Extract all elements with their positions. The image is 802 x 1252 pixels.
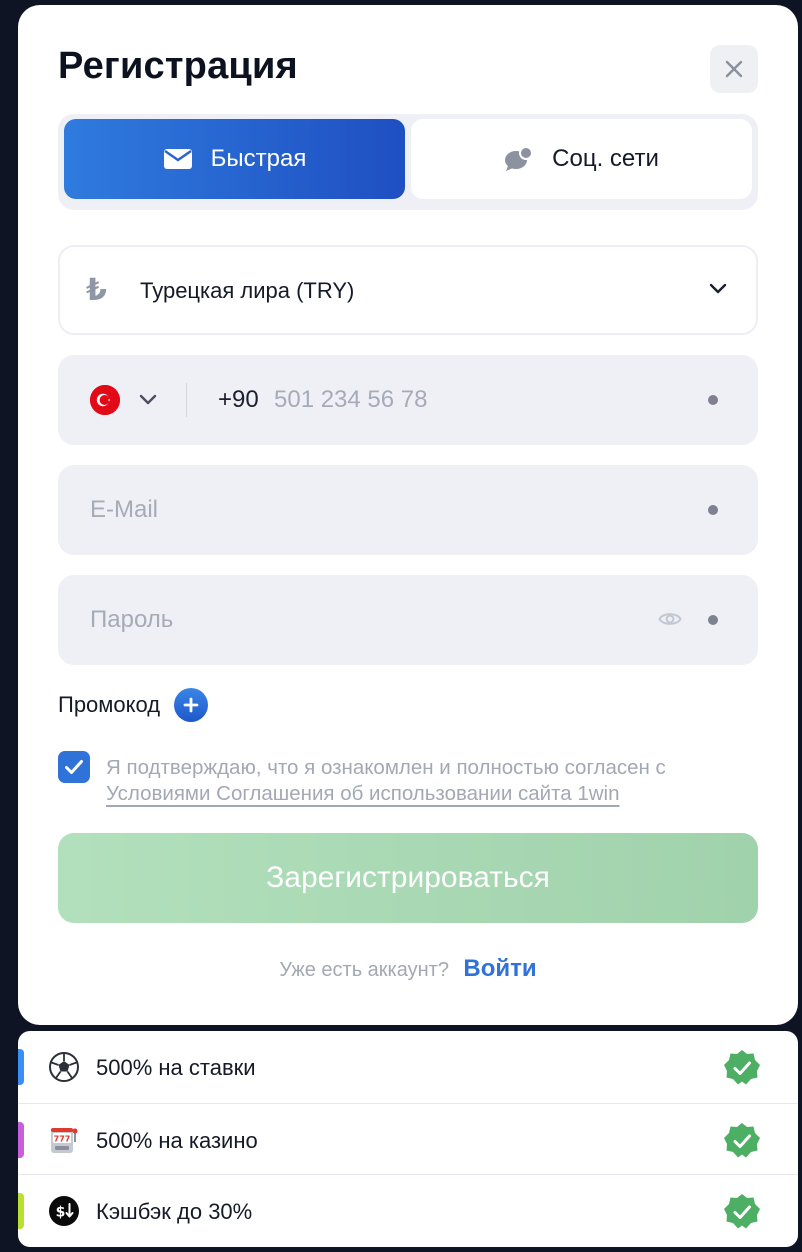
bonus-accent: [18, 1122, 24, 1158]
country-chevron-down-icon[interactable]: [138, 393, 158, 407]
eye-icon[interactable]: [658, 609, 682, 629]
close-icon: [725, 60, 743, 78]
registration-tabs: Быстрая Соц. сети: [58, 114, 758, 210]
phone-input[interactable]: [274, 379, 654, 421]
chevron-down-icon: [709, 283, 727, 294]
currency-select[interactable]: ₺ Турецкая лира (TRY): [58, 245, 758, 335]
turkey-flag-icon[interactable]: [90, 385, 120, 415]
phone-field: +90: [58, 355, 758, 445]
terms-link[interactable]: Условиями Соглашения об использовании са…: [106, 782, 620, 805]
svg-text:777: 777: [54, 1135, 71, 1144]
email-input[interactable]: [90, 489, 650, 531]
verified-check-icon: [724, 1194, 760, 1229]
bonus-label: 500% на казино: [96, 1128, 258, 1153]
required-dot: [708, 615, 718, 625]
bonus-list: 500% на ставки 777 500% на казино $ Кэшб…: [18, 1031, 798, 1247]
slot-machine-icon: 777: [51, 1128, 78, 1153]
lira-icon: ₺: [86, 274, 107, 307]
promo-label: Промокод: [58, 692, 161, 717]
soccer-ball-icon: [49, 1052, 79, 1082]
svg-text:$: $: [56, 1205, 66, 1221]
required-dot: [708, 395, 718, 405]
login-prompt: Уже есть аккаунт? Войти: [18, 955, 798, 983]
password-field: [58, 575, 758, 665]
bonus-item: 500% на ставки: [18, 1031, 798, 1101]
verified-check-icon: [724, 1050, 760, 1085]
cashback-icon: $: [49, 1196, 79, 1226]
agreement-text: Я подтверждаю, что я ознакомлен и полнос…: [106, 755, 766, 807]
tab-social-label: Соц. сети: [552, 145, 659, 172]
agreement-checkbox[interactable]: [58, 751, 90, 783]
envelope-icon: [163, 149, 192, 169]
register-button[interactable]: Зарегистрироваться: [58, 833, 758, 923]
tab-social[interactable]: Соц. сети: [411, 119, 752, 199]
chat-bubbles-icon: [505, 146, 534, 171]
check-icon: [65, 760, 83, 774]
bonus-item: $ Кэшбэк до 30%: [18, 1174, 798, 1244]
close-button[interactable]: [710, 45, 758, 93]
tab-quick[interactable]: Быстрая: [64, 119, 405, 199]
plus-icon[interactable]: [174, 688, 209, 722]
bonus-label: 500% на ставки: [96, 1055, 256, 1080]
bonus-item: 777 500% на казино: [18, 1103, 798, 1173]
registration-modal: Регистрация Быстрая Соц. сети ₺ Турецкая…: [18, 5, 798, 1025]
bonus-label: Кэшбэк до 30%: [96, 1199, 253, 1224]
phone-divider: [186, 383, 187, 417]
login-question: Уже есть аккаунт?: [279, 959, 449, 981]
tab-quick-label: Быстрая: [210, 145, 307, 172]
required-dot: [708, 505, 718, 515]
password-input[interactable]: [90, 599, 650, 641]
bonus-accent: [18, 1049, 24, 1085]
bonus-accent: [18, 1193, 24, 1229]
promo-code-toggle[interactable]: Промокод: [58, 688, 209, 722]
email-field: [58, 465, 758, 555]
login-link[interactable]: Войти: [463, 955, 536, 982]
phone-prefix: +90: [218, 386, 259, 413]
currency-label: Турецкая лира (TRY): [140, 278, 355, 303]
modal-title: Регистрация: [58, 45, 298, 87]
agreement-statement: Я подтверждаю, что я ознакомлен и полнос…: [106, 756, 666, 779]
verified-check-icon: [724, 1123, 760, 1158]
